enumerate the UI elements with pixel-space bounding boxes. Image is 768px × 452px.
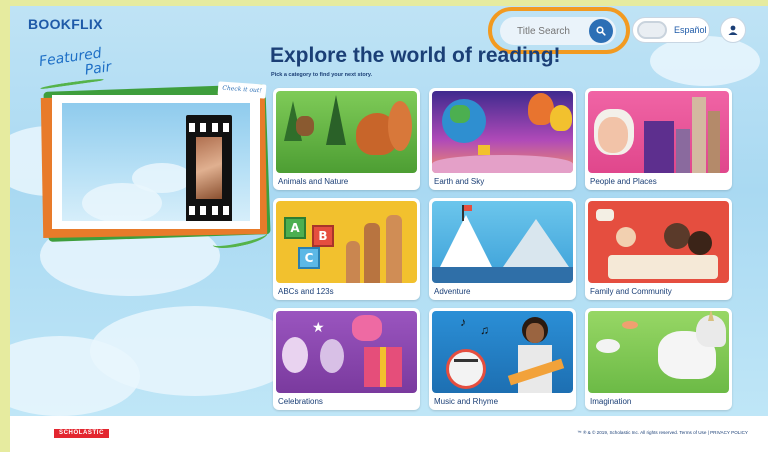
category-label: Music and Rhyme xyxy=(434,397,499,406)
film-strip-image xyxy=(186,115,232,221)
title-search-box[interactable] xyxy=(500,17,616,45)
category-tile-family-and-community[interactable]: Family and Community xyxy=(585,198,732,300)
earth-sky-image xyxy=(432,91,573,173)
search-icon xyxy=(596,26,606,36)
category-label: ABCs and 123s xyxy=(278,287,334,296)
toggle-switch[interactable] xyxy=(637,21,667,39)
music-rhyme-image: ♪ ♫ xyxy=(432,311,573,393)
category-label: Family and Community xyxy=(590,287,672,296)
celebrations-image: ★ xyxy=(276,311,417,393)
language-toggle[interactable]: Español xyxy=(632,17,710,43)
featured-pair-image xyxy=(62,103,250,221)
category-tile-adventure[interactable]: Adventure xyxy=(429,198,576,300)
animals-nature-image xyxy=(276,91,417,173)
imagination-image xyxy=(588,311,729,393)
footer: SCHOLASTIC ™ ® & © 2019, Scholastic Inc.… xyxy=(10,416,768,452)
search-button[interactable] xyxy=(589,19,613,43)
category-tile-music-and-rhyme[interactable]: ♪ ♫ Music and Rhyme xyxy=(429,308,576,410)
family-community-image xyxy=(588,201,729,283)
category-label: People and Places xyxy=(590,177,657,186)
category-tile-animals-and-nature[interactable]: Animals and Nature xyxy=(273,88,420,190)
copyright-and-legal-links[interactable]: ™ ® & © 2019, Scholastic Inc. All rights… xyxy=(577,430,748,435)
cloud-decoration xyxy=(82,183,162,221)
category-label: Earth and Sky xyxy=(434,177,485,186)
category-label: Imagination xyxy=(590,397,632,406)
category-label: Adventure xyxy=(434,287,471,296)
abcs-123s-image: A B C xyxy=(276,201,417,283)
bookflix-logo[interactable]: BOOKFLIX xyxy=(28,16,103,32)
featured-pair-card[interactable] xyxy=(52,95,260,229)
category-tile-abcs-and-123s[interactable]: A B C ABCs and 123s xyxy=(273,198,420,300)
language-toggle-label: Español xyxy=(674,25,707,35)
people-places-image xyxy=(588,91,729,173)
category-tile-earth-and-sky[interactable]: Earth and Sky xyxy=(429,88,576,190)
scholastic-logo[interactable]: SCHOLASTIC xyxy=(54,429,109,438)
title-search-input[interactable] xyxy=(517,25,597,37)
adventure-image xyxy=(432,201,573,283)
category-label: Animals and Nature xyxy=(278,177,349,186)
page-title: Explore the world of reading! xyxy=(270,44,561,67)
category-tile-people-and-places[interactable]: People and Places xyxy=(585,88,732,190)
category-tile-imagination[interactable]: Imagination xyxy=(585,308,732,410)
category-tile-celebrations[interactable]: ★ Celebrations xyxy=(273,308,420,410)
user-icon xyxy=(728,25,738,35)
user-account-button[interactable] xyxy=(720,17,746,43)
category-grid: Animals and Nature Earth and Sky People … xyxy=(273,88,732,410)
category-label: Celebrations xyxy=(278,397,323,406)
page-subtitle: Pick a category to find your next story. xyxy=(271,72,373,78)
cloud-decoration xyxy=(650,36,760,86)
